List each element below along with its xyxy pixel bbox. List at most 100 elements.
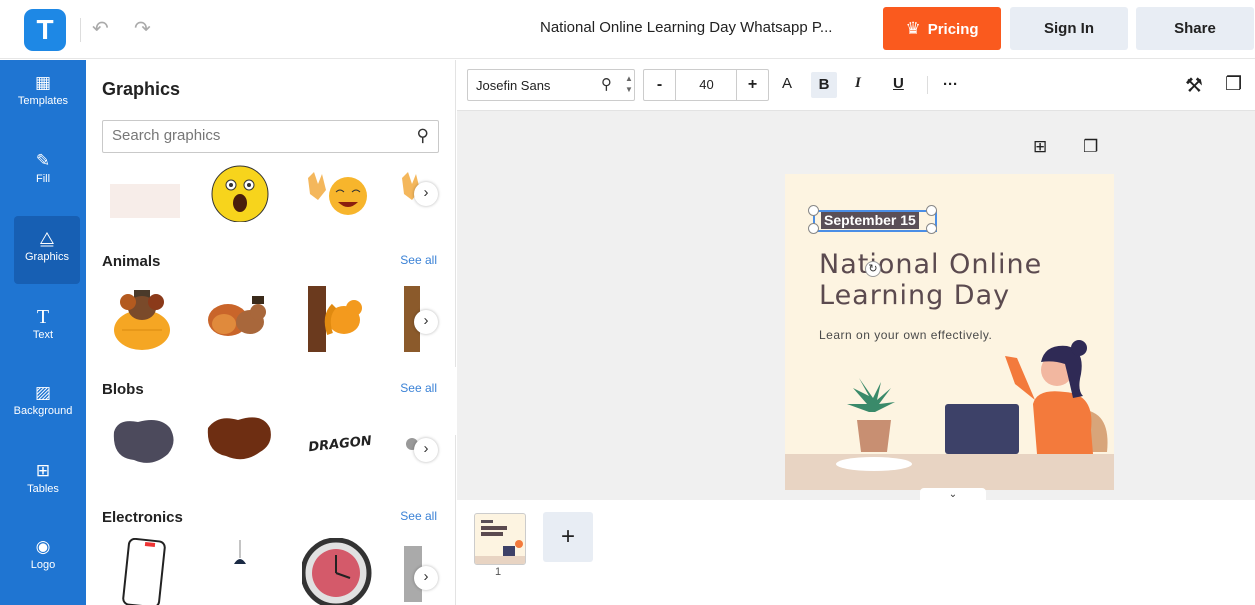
top-bar: T ↶ ↷ National Online Learning Day Whats… [0, 0, 1255, 59]
graphic-thumbnail[interactable] [206, 292, 276, 362]
scroll-right-icon[interactable]: › [414, 566, 438, 590]
svg-text:DRAGON: DRAGON [308, 434, 373, 456]
undo-icon[interactable]: ↶ [92, 16, 109, 41]
rail-item-label: Graphics [24, 251, 70, 263]
graphic-thumbnail[interactable] [204, 410, 274, 480]
add-page-button[interactable]: + [543, 512, 593, 562]
scroll-right-icon[interactable]: › [414, 182, 438, 206]
increase-font-size-button[interactable]: + [736, 70, 768, 100]
add-page-icon[interactable]: ⊞ [1033, 137, 1047, 157]
resize-handle[interactable] [926, 205, 937, 216]
rail-item-label: Text [32, 329, 54, 341]
rail-item-label: Fill [35, 173, 51, 185]
rail-item-background[interactable]: ▨ Background [0, 370, 86, 438]
canvas-area: ⊞ ❐ September 15 National Online Learnin… [457, 111, 1255, 500]
share-button[interactable]: Share [1136, 7, 1254, 50]
text-toolbar: Josefin Sans ⚲ ▲ ▼ - 40 + A B I U ··· ⚒ ❐ [457, 60, 1255, 111]
graphic-thumbnail[interactable] [300, 537, 372, 605]
graphic-thumbnail[interactable] [304, 168, 374, 238]
page-thumbnail[interactable] [474, 513, 526, 565]
logo-icon: ◉ [35, 537, 51, 556]
font-size-stepper: - 40 + [643, 69, 769, 101]
font-size-value[interactable]: 40 [677, 70, 736, 100]
see-all-blobs-link[interactable]: See all [400, 381, 437, 395]
gray-blob-graphic [113, 420, 174, 463]
search-icon[interactable]: ⚲ [601, 75, 612, 93]
page-strip: 1 + [457, 500, 1255, 605]
rail-item-label: Tables [27, 483, 59, 495]
sign-in-button[interactable]: Sign In [1010, 7, 1128, 50]
format-painter-icon[interactable]: ⚒ [1185, 73, 1203, 98]
panel-title: Graphics [102, 79, 181, 99]
category-title-electronics: Electronics [102, 509, 183, 526]
rail-item-text[interactable]: T Text [0, 294, 86, 362]
text-color-button[interactable]: A [782, 75, 792, 92]
rotate-handle-icon[interactable]: ↻ [865, 261, 881, 277]
scroll-right-icon[interactable]: › [414, 310, 438, 334]
dragon-text-graphic: DRAGON [308, 434, 373, 456]
graphic-thumbnail[interactable] [112, 282, 182, 352]
graphic-thumbnail[interactable] [120, 537, 190, 605]
graphic-thumbnail[interactable] [222, 540, 292, 605]
woman-laptop-graphic [945, 340, 1108, 454]
rail-item-label: Logo [30, 559, 56, 571]
brown-blob-graphic [207, 417, 271, 460]
search-input[interactable] [112, 127, 392, 144]
pendant-lamp-graphic [234, 540, 246, 564]
pricing-button[interactable]: ♛ Pricing [883, 7, 1001, 50]
font-spinner-icon[interactable]: ▲ ▼ [625, 73, 633, 95]
more-options-button[interactable]: ··· [943, 76, 958, 93]
see-all-electronics-link[interactable]: See all [400, 509, 437, 523]
category-title-animals: Animals [102, 253, 161, 270]
design-page[interactable]: September 15 National Online Learning Da… [785, 174, 1114, 490]
brush-icon: ✎ [35, 151, 51, 170]
background-icon: ▨ [34, 383, 52, 402]
page-number: 1 [495, 566, 502, 578]
rail-item-templates[interactable]: ▦ Templates [0, 60, 86, 128]
search-box: ⚲ [102, 120, 439, 153]
app-logo[interactable]: T [24, 9, 66, 51]
graphic-thumbnail[interactable]: DRAGON [304, 426, 374, 496]
underline-button[interactable]: U [893, 75, 904, 92]
redo-icon[interactable]: ↷ [134, 16, 151, 41]
graphic-thumbnail[interactable] [108, 412, 178, 482]
squirrel-graphic [308, 286, 362, 352]
graphic-thumbnail[interactable] [210, 164, 280, 234]
rail-item-logo[interactable]: ◉ Logo [0, 524, 86, 592]
heading-text[interactable]: National Online Learning Day [819, 249, 1099, 311]
resize-handle[interactable] [808, 223, 819, 234]
duplicate-page-icon[interactable]: ❐ [1083, 137, 1098, 157]
pricing-label: Pricing [927, 21, 979, 38]
turkey-pumpkin-graphic [114, 290, 170, 350]
bold-button[interactable]: B [811, 72, 837, 98]
left-nav-rail: ▦ Templates ✎ Fill ⧋ Graphics T Text ▨ B… [0, 60, 86, 605]
turkey-graphic [208, 296, 266, 336]
rail-item-graphics[interactable]: ⧋ Graphics [14, 216, 80, 284]
potted-plant-graphic [836, 378, 912, 471]
graphics-panel: Graphics ⚲ › Animals See all › Blobs See… [86, 60, 456, 605]
category-title-blobs: Blobs [102, 381, 144, 398]
scroll-right-icon[interactable]: › [414, 438, 438, 462]
duplicate-icon[interactable]: ❐ [1225, 73, 1242, 96]
search-icon[interactable]: ⚲ [417, 126, 429, 146]
divider [927, 76, 928, 94]
selection-box[interactable] [813, 210, 937, 232]
font-family-select[interactable]: Josefin Sans ⚲ ▲ ▼ [467, 69, 635, 101]
faded-graphic [110, 184, 180, 218]
graphic-thumbnail[interactable] [304, 286, 374, 356]
rail-item-tables[interactable]: ⊞ Tables [0, 448, 86, 516]
italic-button[interactable]: I [855, 75, 861, 92]
shapes-icon: ⧋ [39, 229, 55, 248]
graphic-thumbnail[interactable] [110, 172, 180, 242]
resize-handle[interactable] [926, 223, 937, 234]
decrease-font-size-button[interactable]: - [644, 70, 676, 100]
rock-hand-emoji-graphic [308, 172, 367, 215]
see-all-animals-link[interactable]: See all [400, 253, 437, 267]
rail-item-fill[interactable]: ✎ Fill [0, 138, 86, 206]
document-title[interactable]: National Online Learning Day Whatsapp P.… [540, 19, 832, 36]
page-preview [475, 520, 525, 564]
rail-item-label: Background [13, 405, 73, 417]
resize-handle[interactable] [808, 205, 819, 216]
table-icon: ⊞ [35, 461, 51, 480]
font-name: Josefin Sans [476, 78, 551, 93]
